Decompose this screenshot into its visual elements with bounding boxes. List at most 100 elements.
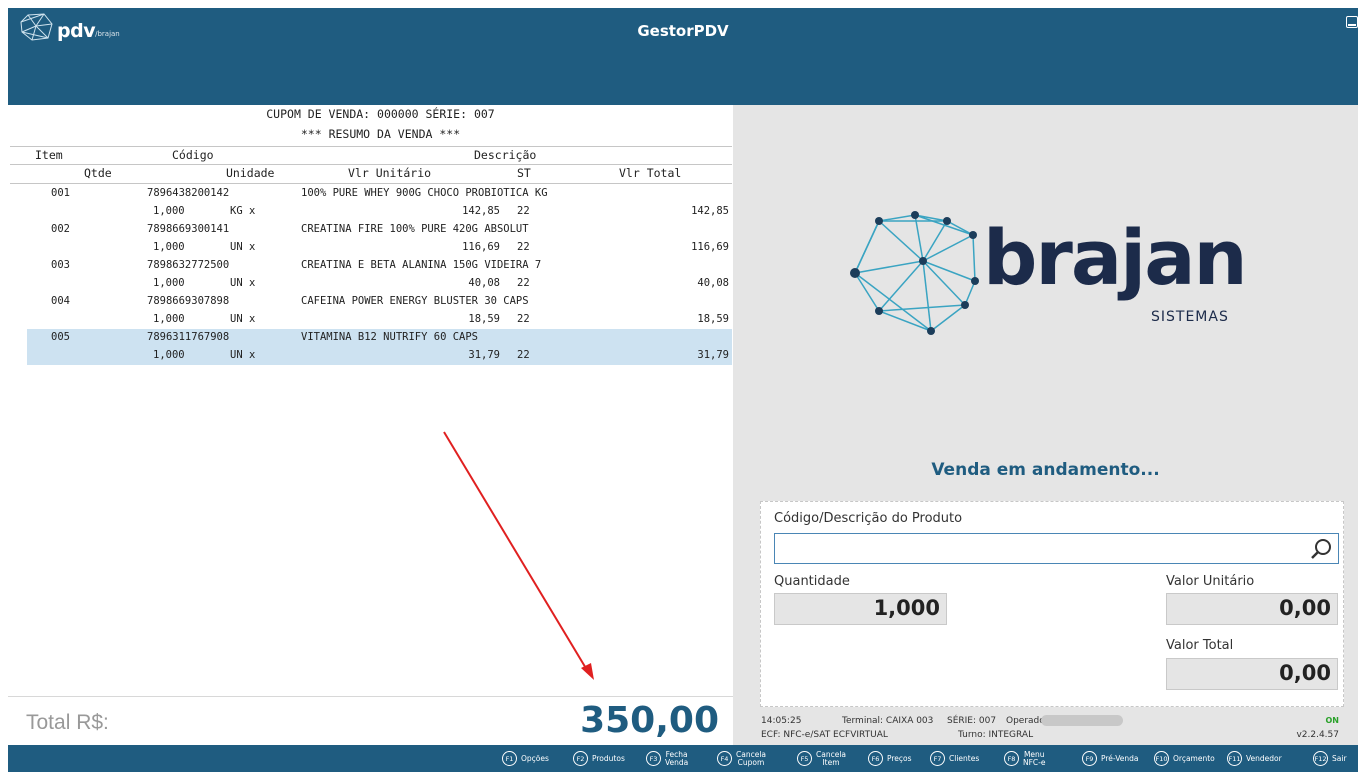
fkey-label-line: Produtos <box>592 754 625 763</box>
fkey-label: Produtos <box>592 754 625 763</box>
cell-item: 002 <box>51 223 70 235</box>
online-indicator: ON <box>1325 716 1340 725</box>
cell-vlr-unitario: 40,08 <box>468 277 500 289</box>
fkey-label-line: Pré-Venda <box>1101 754 1139 763</box>
fkey-circle-icon: F4 <box>717 751 732 766</box>
cell-st: 22 <box>517 241 530 253</box>
fkey-f10[interactable]: F10 Orçamento <box>1154 745 1215 772</box>
fkey-circle-icon: F5 <box>797 751 812 766</box>
fkey-circle-icon: F12 <box>1313 751 1328 766</box>
cell-qtde: 1,000 <box>153 205 185 217</box>
fkey-circle-icon: F1 <box>502 751 517 766</box>
cell-vlr-total: 31,79 <box>697 349 729 361</box>
fkey-f12[interactable]: F12 Sair <box>1313 745 1347 772</box>
cell-qtde: 1,000 <box>153 277 185 289</box>
shift-label: Turno: INTEGRAL <box>958 730 1034 740</box>
fkey-f5[interactable]: F5 Cancela Item <box>797 745 846 772</box>
fkey-label: Cancela Item <box>816 750 846 767</box>
divider <box>10 183 732 184</box>
fkey-f3[interactable]: F3 Fecha Venda <box>646 745 688 772</box>
product-search-input[interactable] <box>774 533 1339 564</box>
fkey-label: Opções <box>521 754 549 763</box>
function-key-bar: F1 Opções F2 Produtos F3 Fecha Venda F4 Cancela C… <box>8 745 1358 772</box>
quantity-field[interactable]: 1,000 <box>774 593 947 625</box>
cell-qtde: 1,000 <box>153 349 185 361</box>
fkey-circle-icon: F6 <box>868 751 883 766</box>
fkey-label: Fecha Venda <box>665 750 688 767</box>
fkey-circle-icon: F7 <box>930 751 945 766</box>
cell-unidade: UN x <box>230 349 256 361</box>
cell-codigo: 7898669307898 <box>147 295 230 307</box>
fkey-circle-icon: F2 <box>573 751 588 766</box>
fkey-circle-icon: F10 <box>1154 751 1169 766</box>
cell-vlr-unitario: 31,79 <box>468 349 500 361</box>
window-icon[interactable] <box>1346 16 1358 28</box>
fkey-f8[interactable]: F8 Menu NFC-e <box>1004 745 1045 772</box>
brand-tagline: SISTEMAS <box>1151 309 1229 325</box>
brajan-logo: brajan SISTEMAS <box>849 201 1249 341</box>
cell-qtde: 1,000 <box>153 241 185 253</box>
cell-descricao: CAFEINA POWER ENERGY BLUSTER 30 CAPS <box>301 295 529 307</box>
receipt-title: CUPOM DE VENDA: 000000 SÉRIE: 007 <box>266 107 495 121</box>
cell-vlr-unitario: 142,85 <box>462 205 500 217</box>
fkey-label-line: Vendedor <box>1246 754 1282 763</box>
cell-unidade: UN x <box>230 277 256 289</box>
fkey-label-line: Sair <box>1332 754 1347 763</box>
fkey-f7[interactable]: F7 Clientes <box>930 745 979 772</box>
fkey-label: Clientes <box>949 754 979 763</box>
cell-vlr-unitario: 18,59 <box>468 313 500 325</box>
brajan-network-icon <box>850 211 979 335</box>
cell-vlr-unitario: 116,69 <box>462 241 500 253</box>
fkey-label: Orçamento <box>1173 754 1215 763</box>
cell-item: 005 <box>51 331 70 343</box>
total-value-field: 0,00 <box>1166 658 1338 690</box>
fkey-label-line: Orçamento <box>1173 754 1215 763</box>
fkey-label: Cancela Cupom <box>736 750 766 767</box>
total-label: Total R$: <box>26 711 109 734</box>
cell-st: 22 <box>517 277 530 289</box>
unit-price-label: Valor Unitário <box>1166 574 1255 589</box>
serie-label: SÉRIE: 007 <box>947 716 997 726</box>
fkey-f4[interactable]: F4 Cancela Cupom <box>717 745 766 772</box>
cell-vlr-total: 18,59 <box>697 313 729 325</box>
fkey-f6[interactable]: F6 Preços <box>868 745 912 772</box>
fkey-label-line: Cupom <box>737 757 765 767</box>
cell-unidade: UN x <box>230 313 256 325</box>
cell-vlr-total: 142,85 <box>691 205 729 217</box>
cell-descricao: CREATINA E BETA ALANINA 150G VIDEIRA 7 <box>301 259 542 271</box>
fkey-label: Sair <box>1332 754 1347 763</box>
search-label: Código/Descrição do Produto <box>774 511 963 526</box>
fkey-f2[interactable]: F2 Produtos <box>573 745 625 772</box>
total-value: 350,00 <box>580 700 719 741</box>
fkey-f1[interactable]: F1 Opções <box>502 745 549 772</box>
cell-st: 22 <box>517 349 530 361</box>
cell-vlr-total: 40,08 <box>697 277 729 289</box>
cell-descricao: CREATINA FIRE 100% PURE 420G ABSOLUT <box>301 223 529 235</box>
fkey-label: Menu NFC-e <box>1023 750 1045 767</box>
header-descricao: Descrição <box>474 148 537 162</box>
fkey-label-line: Item <box>822 757 840 767</box>
magnifier-icon[interactable] <box>1309 537 1333 561</box>
fkey-f11[interactable]: F11 Vendedor <box>1227 745 1282 772</box>
fkey-circle-icon: F3 <box>646 751 661 766</box>
total-bar: Total R$: 350,00 <box>8 696 733 746</box>
cell-unidade: UN x <box>230 241 256 253</box>
cell-st: 22 <box>517 313 530 325</box>
receipt-subtitle: *** RESUMO DA VENDA *** <box>300 127 461 141</box>
fkey-circle-icon: F11 <box>1227 751 1242 766</box>
product-entry-form: Código/Descrição do Produto Quantidade 1… <box>760 501 1344 707</box>
cell-qtde: 1,000 <box>153 313 185 325</box>
fkey-label-line: Preços <box>887 754 912 763</box>
cell-item: 004 <box>51 295 70 307</box>
brand-name: brajan <box>983 213 1248 302</box>
version-label: v2.2.4.57 <box>1296 730 1339 740</box>
receipt-panel: CUPOM DE VENDA: 000000 SÉRIE: 007 *** RE… <box>8 105 733 695</box>
fkey-label: Pré-Venda <box>1101 754 1138 763</box>
fkey-f9[interactable]: F9 Pré-Venda <box>1082 745 1138 772</box>
fkey-label: Vendedor <box>1246 754 1282 763</box>
fkey-label: Preços <box>887 754 912 763</box>
fkey-label-line: Clientes <box>949 754 980 763</box>
cell-descricao: 100% PURE WHEY 900G CHOCO PROBIOTICA KG <box>301 187 548 199</box>
cell-item: 003 <box>51 259 70 271</box>
header-qtde: Qtde <box>84 166 112 180</box>
